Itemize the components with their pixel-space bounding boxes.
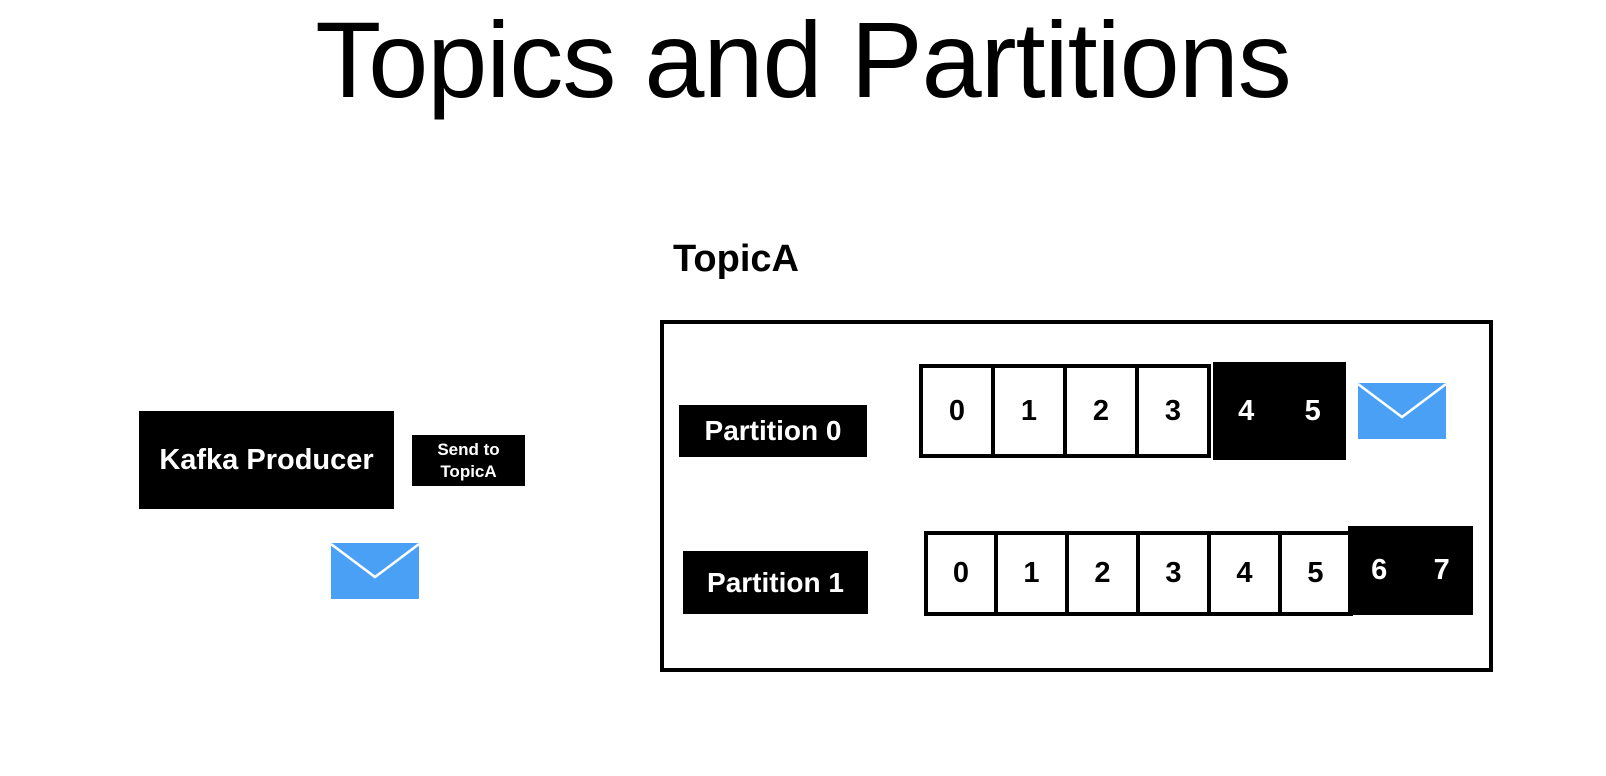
partition-0-log: 0 1 2 3 xyxy=(919,364,1211,458)
kafka-producer-label: Kafka Producer xyxy=(159,443,374,476)
kafka-producer-box: Kafka Producer xyxy=(139,411,394,509)
page-title: Topics and Partitions xyxy=(315,0,1292,120)
partition-1-new-messages: 6 7 xyxy=(1348,526,1473,615)
partition-0-new-messages: 4 5 xyxy=(1213,362,1346,460)
send-to-label-line1: Send to xyxy=(437,439,500,459)
message-envelope-icon xyxy=(1358,383,1446,439)
message-envelope-icon xyxy=(331,543,419,599)
topic-name: TopicA xyxy=(673,238,799,280)
partition-1-offset-cell: 5 xyxy=(1278,531,1353,616)
partition-1-offset-cell: 0 xyxy=(924,531,998,616)
partition-1-offset-cell: 4 xyxy=(1207,531,1282,616)
partition-1-new-offset: 7 xyxy=(1433,554,1450,586)
partition-0-offset-cell: 0 xyxy=(919,364,995,458)
partition-0-new-offset: 5 xyxy=(1304,394,1321,427)
partition-1-offset-cell: 3 xyxy=(1136,531,1211,616)
partition-0-new-offset: 4 xyxy=(1238,394,1255,427)
send-to-label-line2: TopicA xyxy=(440,461,497,481)
send-to-topic-label: Send to TopicA xyxy=(412,435,525,486)
partition-0-offset-cell: 3 xyxy=(1135,364,1211,458)
partition-0-label: Partition 0 xyxy=(679,405,867,457)
partition-0-offset-cell: 1 xyxy=(991,364,1067,458)
partition-1-log: 0 1 2 3 4 5 xyxy=(924,531,1353,616)
partition-1-new-offset: 6 xyxy=(1371,554,1388,586)
partition-0-offset-cell: 2 xyxy=(1063,364,1139,458)
partition-1-label: Partition 1 xyxy=(683,551,868,614)
partition-1-offset-cell: 1 xyxy=(994,531,1069,616)
partition-1-offset-cell: 2 xyxy=(1065,531,1140,616)
